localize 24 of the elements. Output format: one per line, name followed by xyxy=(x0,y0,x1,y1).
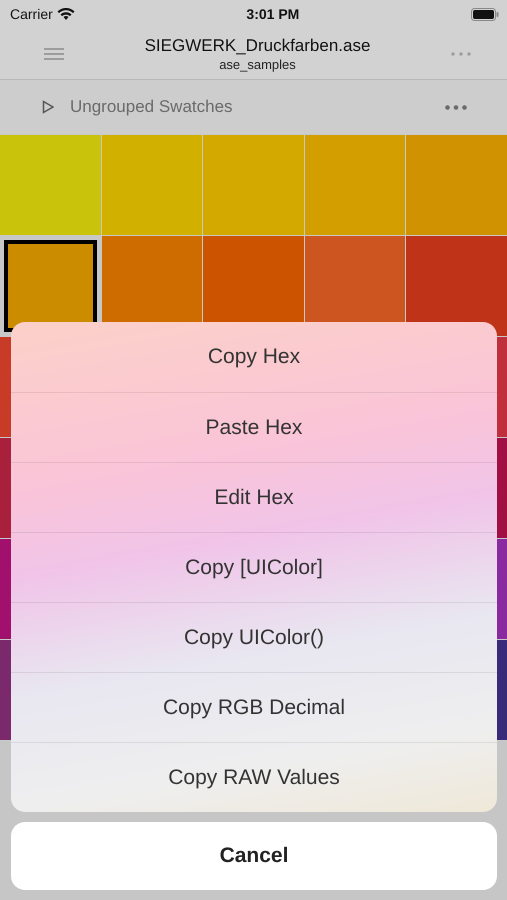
action-button[interactable]: Copy [UIColor] xyxy=(11,532,497,602)
action-button[interactable]: Paste Hex xyxy=(11,392,497,462)
action-button[interactable]: Copy Hex xyxy=(11,322,497,392)
more-icon[interactable] xyxy=(445,104,467,110)
carrier-label: Carrier xyxy=(10,6,75,22)
file-subtitle: ase_samples xyxy=(219,56,296,72)
caret-right-icon[interactable] xyxy=(42,100,54,114)
wifi-icon xyxy=(56,8,75,20)
color-swatch[interactable] xyxy=(102,135,202,235)
clock: 3:01 PM xyxy=(246,6,300,22)
file-title: SIEGWERK_Druckfarben.ase xyxy=(144,36,370,56)
color-swatch[interactable] xyxy=(406,135,507,235)
action-button[interactable]: Copy RGB Decimal xyxy=(11,672,497,742)
action-button[interactable]: Copy UIColor() xyxy=(11,602,497,672)
menu-icon[interactable] xyxy=(44,48,64,60)
color-swatch[interactable] xyxy=(0,135,101,235)
action-button[interactable]: Copy RAW Values xyxy=(11,742,497,812)
action-button[interactable]: Edit Hex xyxy=(11,462,497,532)
cancel-button[interactable]: Cancel xyxy=(11,822,497,890)
more-icon[interactable] xyxy=(451,52,471,56)
color-swatch[interactable] xyxy=(203,135,304,235)
group-title: Ungrouped Swatches xyxy=(70,97,234,117)
color-swatch[interactable] xyxy=(304,135,406,235)
battery-icon xyxy=(470,8,499,20)
